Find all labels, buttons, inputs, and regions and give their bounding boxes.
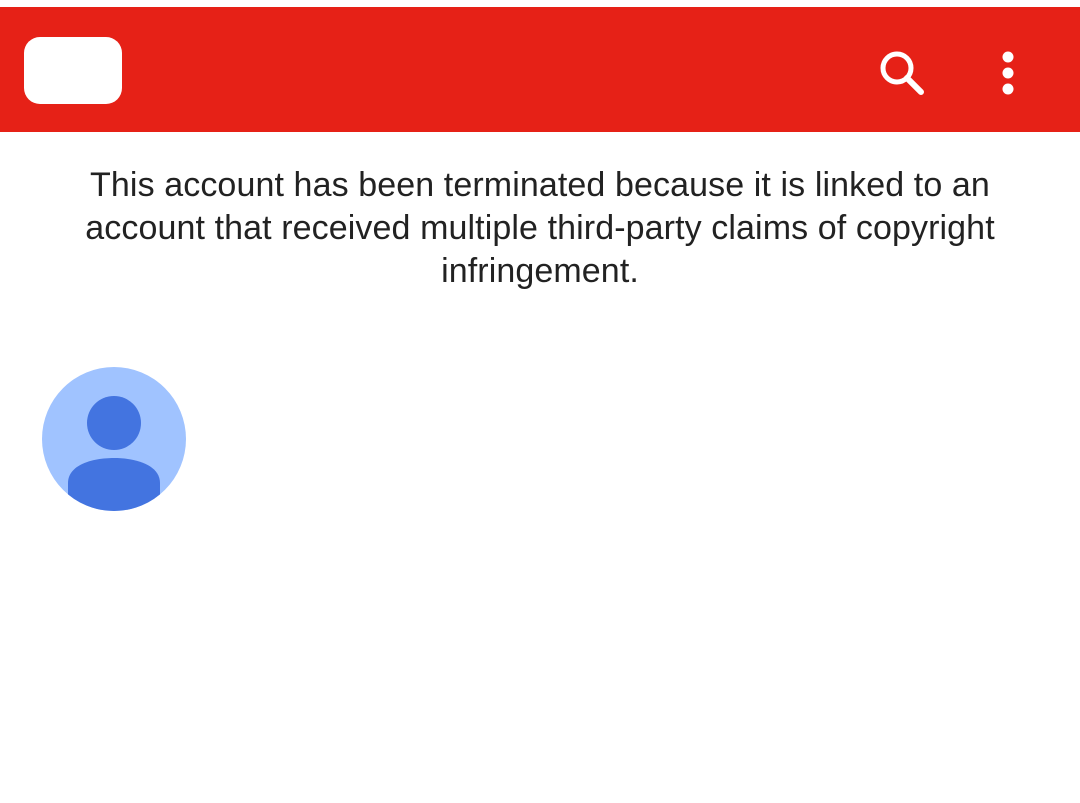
app-bar <box>0 7 1080 132</box>
more-vert-icon <box>1002 51 1014 95</box>
more-options-button[interactable] <box>980 41 1036 105</box>
youtube-logo-icon[interactable] <box>24 37 122 104</box>
search-icon <box>880 51 924 95</box>
search-button[interactable] <box>870 41 934 105</box>
termination-message: This account has been terminated because… <box>85 166 995 290</box>
status-strip <box>0 0 1080 7</box>
channel-avatar <box>42 367 186 511</box>
default-avatar-icon <box>42 367 186 511</box>
